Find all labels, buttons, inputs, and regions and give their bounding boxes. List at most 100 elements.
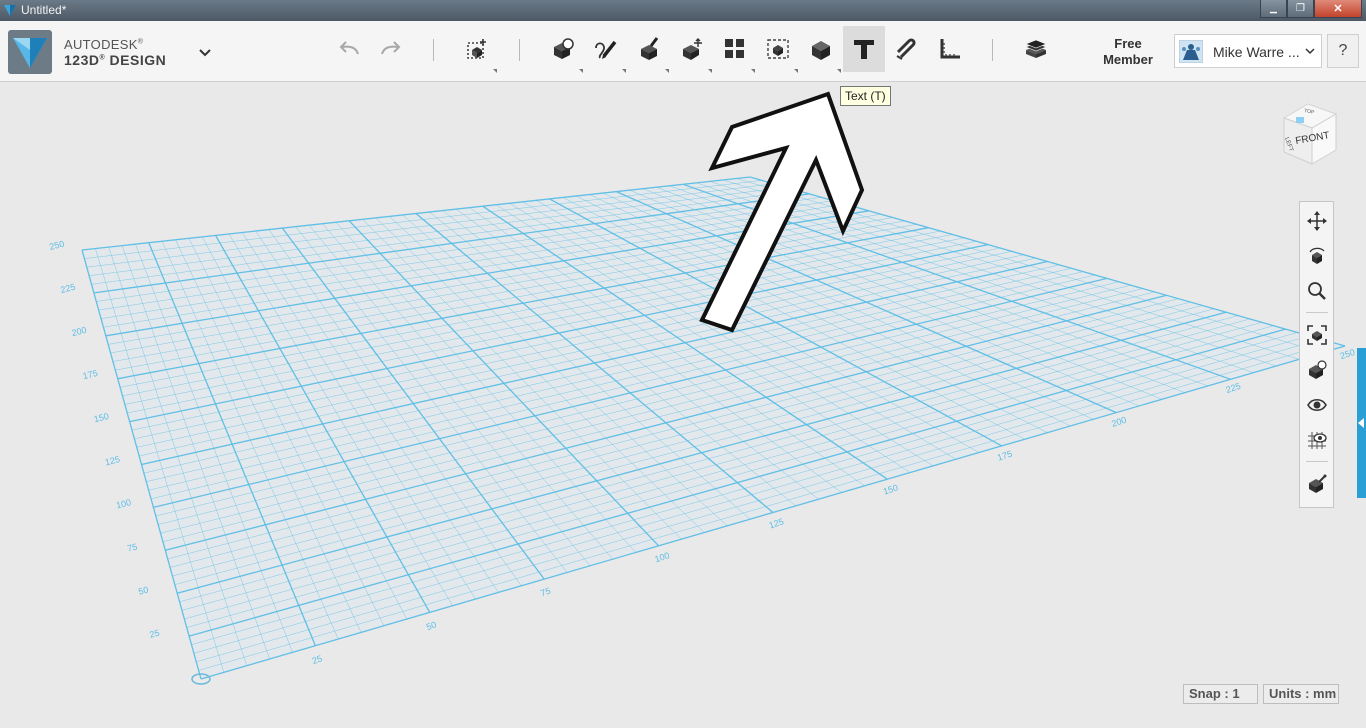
- left-axis-label: 75: [126, 541, 138, 553]
- perspective-button[interactable]: [1305, 358, 1329, 382]
- close-icon: ✕: [1333, 3, 1343, 15]
- pattern-tool-button[interactable]: [714, 26, 756, 73]
- membership-line2: Member: [1103, 52, 1153, 67]
- pan-arrows-icon: [1307, 211, 1327, 231]
- submenu-indicator-icon: [837, 69, 841, 73]
- sketch-icon: [595, 40, 617, 59]
- modify-tool-button[interactable]: [671, 26, 713, 73]
- snap-status[interactable]: Snap : 1: [1183, 684, 1258, 704]
- view-cube[interactable]: FRONT LEFT TOP: [1274, 100, 1344, 170]
- brand-autodesk: AUTODESK®: [64, 37, 144, 52]
- shaded-cube-icon: [1309, 474, 1327, 493]
- brand-product: 123D® DESIGN: [64, 52, 167, 68]
- left-axis-label: 100: [115, 497, 132, 510]
- left-axis-label: 200: [71, 325, 88, 338]
- units-status[interactable]: Units : mm: [1263, 684, 1339, 704]
- material-shading-button[interactable]: [1305, 472, 1329, 496]
- snap-magnet-icon: [896, 38, 916, 60]
- combine-tool-button[interactable]: [800, 26, 842, 73]
- primitives-icon: [554, 38, 574, 59]
- submenu-indicator-icon: [708, 69, 712, 73]
- redo-arrow-icon: [381, 41, 401, 55]
- fit-to-view-icon: [1307, 325, 1327, 345]
- bottom-axis-label: 200: [1110, 415, 1127, 429]
- visibility-button[interactable]: [1305, 393, 1329, 417]
- membership-status[interactable]: Free Member: [1095, 36, 1161, 68]
- toolbar-separator: [433, 39, 434, 61]
- tooltip: Text (T): [840, 86, 891, 106]
- maximize-button[interactable]: ❐: [1287, 0, 1314, 18]
- construct-icon: [641, 37, 659, 60]
- orbit-button[interactable]: [1305, 244, 1329, 268]
- material-tool-button[interactable]: [1015, 26, 1057, 72]
- app-menu-chevron-icon[interactable]: [196, 43, 214, 61]
- chevron-left-icon: [1358, 418, 1364, 428]
- bottom-axis-label: 175: [996, 449, 1013, 463]
- construct-tool-button[interactable]: [628, 26, 670, 73]
- measure-tool-button[interactable]: [929, 26, 971, 72]
- left-axis-label: 125: [104, 454, 121, 467]
- bottom-axis-label: 25: [311, 653, 324, 666]
- help-button[interactable]: ?: [1327, 34, 1359, 68]
- undo-button[interactable]: [328, 26, 370, 72]
- text-tool-button[interactable]: [843, 26, 885, 72]
- eye-icon: [1307, 398, 1327, 412]
- left-axis-label: 25: [148, 628, 160, 640]
- redo-button[interactable]: [370, 26, 412, 72]
- pan-button[interactable]: [1305, 209, 1329, 233]
- main-toolbar: AUTODESK® 123D® DESIGN Free Member Mike …: [0, 21, 1366, 82]
- submenu-indicator-icon: [579, 69, 583, 73]
- submenu-indicator-icon: [493, 69, 497, 73]
- navbar-separator: [1306, 312, 1328, 313]
- text-t-icon: [854, 40, 874, 59]
- zoom-magnifier-icon: [1308, 282, 1326, 300]
- left-axis-label: 225: [59, 282, 76, 295]
- modify-icon: [683, 38, 702, 60]
- grid-eye-icon: [1308, 432, 1327, 449]
- zoom-button[interactable]: [1305, 279, 1329, 303]
- grid-plane: 25 50 75 100 125 150 175 200 225 250 25 50 75 100 125 1…: [48, 91, 1356, 685]
- close-button[interactable]: ✕: [1314, 0, 1362, 18]
- left-axis-label: 50: [137, 585, 149, 597]
- combine-icon: [812, 41, 830, 60]
- toolbar-separator: [519, 39, 520, 61]
- snap-tool-button[interactable]: [886, 26, 928, 72]
- bottom-axis-label: 250: [1339, 347, 1356, 361]
- fit-button[interactable]: [1305, 323, 1329, 347]
- title-bar: Untitled* ▁ ❐ ✕: [0, 0, 1366, 21]
- account-name: Mike Warre ...: [1213, 44, 1300, 60]
- 3d-viewport[interactable]: 25 50 75 100 125 150 175 200 225 250 25 50 75 100 125 1…: [0, 82, 1366, 728]
- grouping-tool-button[interactable]: [757, 26, 799, 73]
- side-panel-toggle[interactable]: [1357, 348, 1366, 498]
- minimize-button[interactable]: ▁: [1260, 0, 1287, 18]
- undo-arrow-icon: [339, 41, 359, 55]
- maximize-icon: ❐: [1296, 3, 1305, 14]
- grid-visibility-button[interactable]: [1305, 428, 1329, 452]
- navbar-separator: [1306, 461, 1328, 462]
- submenu-indicator-icon: [794, 69, 798, 73]
- material-layers-icon: [1025, 39, 1047, 58]
- bottom-axis-label: 125: [768, 516, 785, 530]
- autodesk-123d-logo[interactable]: [8, 30, 52, 74]
- grouping-icon: [767, 39, 789, 59]
- submenu-indicator-icon: [622, 69, 626, 73]
- minimize-icon: ▁: [1270, 3, 1277, 13]
- perspective-cube-icon: [1309, 360, 1327, 379]
- account-menu[interactable]: Mike Warre ...: [1174, 34, 1322, 68]
- orbit-icon: [1309, 247, 1325, 264]
- bottom-axis-label: 100: [653, 550, 670, 564]
- sketch-tool-button[interactable]: [585, 26, 627, 73]
- submenu-indicator-icon: [751, 69, 755, 73]
- measure-ruler-icon: [940, 39, 960, 59]
- transform-tool-button[interactable]: [456, 26, 498, 73]
- bottom-axis-label: 150: [882, 482, 899, 496]
- chevron-down-icon: [1305, 48, 1315, 55]
- left-axis-label: 150: [93, 411, 110, 424]
- primitives-tool-button[interactable]: [542, 26, 584, 73]
- left-axis-label: 175: [82, 368, 99, 381]
- left-axis-label: 250: [48, 239, 65, 252]
- navigation-bar: [1299, 201, 1334, 508]
- bottom-axis-label: 75: [539, 586, 552, 599]
- bottom-axis-label: 50: [425, 619, 438, 632]
- pattern-icon: [725, 39, 744, 58]
